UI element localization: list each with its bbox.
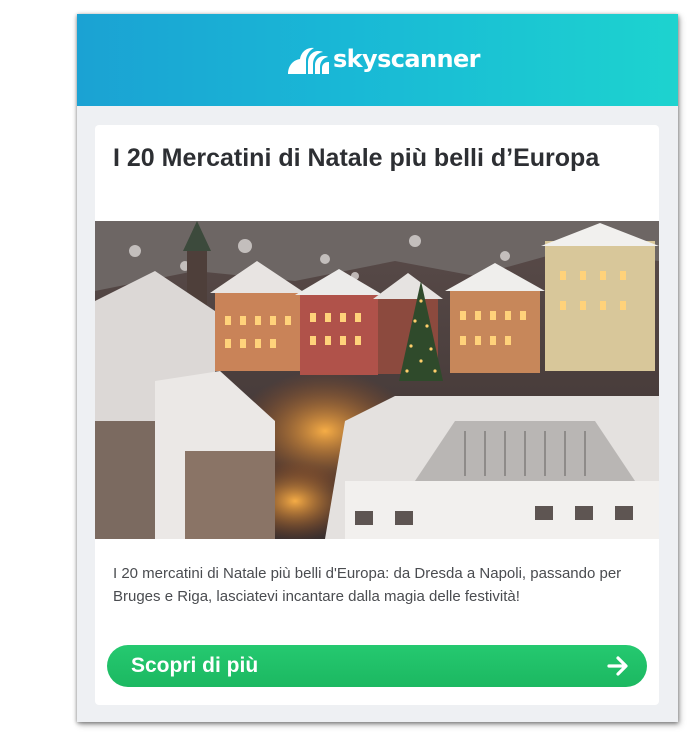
article-description: I 20 mercatini di Natale più belli d'Eur… [113, 565, 622, 605]
article-title[interactable]: I 20 Mercatini di Natale più belli d’Eur… [113, 144, 633, 172]
skyscanner-logo[interactable]: skyscanner [286, 42, 480, 76]
skyscanner-sunrise-icon [288, 47, 329, 74]
email-container: skyscanner I 20 Mercatini di Natale più … [77, 14, 678, 722]
cta-label: Scopri di più [131, 654, 259, 677]
email-header: skyscanner [77, 14, 678, 106]
logo-wordmark: skyscanner [333, 45, 480, 73]
arrow-right-icon [607, 656, 628, 676]
christmas-market-town-snow-image[interactable] [95, 221, 659, 539]
scopri-di-piu-button[interactable]: Scopri di più [107, 645, 647, 687]
article-card: I 20 Mercatini di Natale più belli d’Eur… [95, 125, 659, 705]
